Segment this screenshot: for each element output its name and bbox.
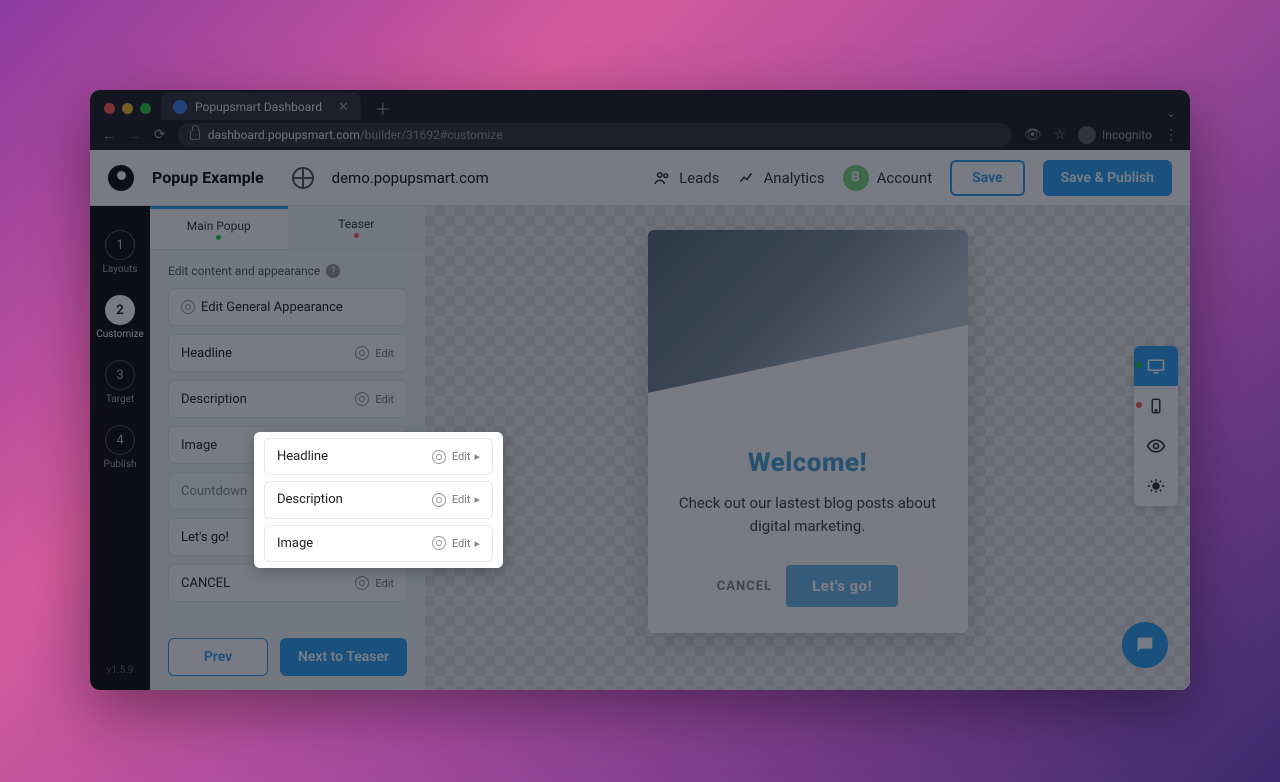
gear-icon: [355, 346, 369, 360]
chart-icon: [738, 169, 756, 187]
analytics-link[interactable]: Analytics: [738, 169, 825, 187]
chat-fab[interactable]: [1122, 622, 1168, 668]
highlighted-items: Headline Edit▸ Description Edit▸ Image E…: [254, 432, 503, 568]
save-publish-button[interactable]: Save & Publish: [1043, 160, 1172, 196]
item-description[interactable]: Description Edit: [168, 380, 407, 418]
item-headline-highlight[interactable]: Headline Edit▸: [264, 438, 493, 475]
url-text: dashboard.popupsmart.com/builder/31692#c…: [208, 128, 503, 142]
step-rail: 1 Layouts 2 Customize 3 Target 4 Publish…: [90, 206, 150, 690]
gear-icon: [432, 450, 446, 464]
bookmark-icon[interactable]: ☆: [1053, 127, 1066, 143]
gear-icon: [432, 536, 446, 550]
reload-icon[interactable]: ⟳: [154, 127, 166, 143]
popup-cancel-button[interactable]: CANCEL: [717, 565, 772, 607]
new-tab-button[interactable]: ＋: [361, 96, 405, 120]
close-tab-icon[interactable]: ✕: [338, 100, 349, 115]
save-button[interactable]: Save: [950, 160, 1024, 196]
popup-preview[interactable]: ✕ Welcome! Check out our lastest blog po…: [648, 230, 968, 633]
prev-button[interactable]: Prev: [168, 638, 268, 676]
device-toolbar: [1134, 346, 1178, 506]
gear-icon: [181, 300, 195, 314]
app-header: Popup Example demo.popupsmart.com Leads …: [90, 150, 1190, 206]
step-layouts[interactable]: 1 Layouts: [102, 230, 137, 275]
globe-icon: [292, 167, 314, 189]
popup-image: [648, 230, 968, 430]
lock-icon: [190, 130, 200, 140]
users-icon: [653, 169, 671, 187]
debug-button[interactable]: [1134, 466, 1178, 506]
help-icon[interactable]: ?: [326, 264, 340, 278]
item-description-highlight[interactable]: Description Edit▸: [264, 481, 493, 518]
popup-go-button[interactable]: Let's go!: [786, 565, 898, 607]
mobile-preview-button[interactable]: [1134, 386, 1178, 426]
project-title: Popup Example: [152, 168, 264, 187]
favicon-icon: [173, 100, 187, 114]
incognito-icon: [1078, 126, 1096, 144]
close-window-icon[interactable]: [104, 103, 115, 114]
item-headline[interactable]: Headline Edit: [168, 334, 407, 372]
forward-icon[interactable]: →: [128, 127, 142, 144]
maximize-window-icon[interactable]: [140, 103, 151, 114]
status-dot-icon: [216, 235, 221, 240]
menu-icon[interactable]: ⋮: [1164, 127, 1178, 143]
browser-tab[interactable]: Popupsmart Dashboard ✕: [161, 92, 361, 120]
item-cancel[interactable]: CANCEL Edit: [168, 564, 407, 602]
project-domain[interactable]: demo.popupsmart.com: [332, 169, 489, 187]
avatar: B: [843, 165, 869, 191]
edit-general-appearance[interactable]: Edit General Appearance: [168, 288, 407, 326]
account-link[interactable]: B Account: [843, 165, 933, 191]
section-label: Edit content and appearance: [168, 264, 320, 278]
preview-eye-button[interactable]: [1134, 426, 1178, 466]
leads-link[interactable]: Leads: [653, 169, 719, 187]
browser-chrome: Popupsmart Dashboard ✕ ＋ ⌄ ← → ⟳ dashboa…: [90, 90, 1190, 150]
item-image-highlight[interactable]: Image Edit▸: [264, 525, 493, 562]
gear-icon: [355, 392, 369, 406]
status-dot-icon: [1136, 402, 1142, 408]
step-target[interactable]: 3 Target: [105, 360, 135, 405]
tab-main-popup[interactable]: Main Popup: [150, 206, 288, 249]
next-button[interactable]: Next to Teaser: [280, 638, 407, 676]
status-dot-icon: [354, 233, 359, 238]
brand-logo-icon[interactable]: [108, 165, 134, 191]
chevron-right-icon: ▸: [474, 537, 480, 550]
tabs-chevron-icon[interactable]: ⌄: [1152, 106, 1190, 120]
eye-off-icon[interactable]: 👁: [1024, 127, 1042, 143]
chevron-right-icon: ▸: [474, 493, 480, 506]
preview-canvas: ✕ Welcome! Check out our lastest blog po…: [425, 206, 1190, 690]
step-customize[interactable]: 2 Customize: [96, 295, 143, 340]
popup-description: Check out our lastest blog posts about d…: [676, 492, 940, 537]
tab-teaser[interactable]: Teaser: [288, 206, 426, 249]
window-controls[interactable]: [100, 103, 161, 120]
address-bar[interactable]: dashboard.popupsmart.com/builder/31692#c…: [178, 123, 1012, 147]
incognito-indicator[interactable]: Incognito: [1078, 126, 1152, 144]
version-label: v1.5.9: [107, 665, 134, 676]
back-icon[interactable]: ←: [102, 127, 116, 144]
tab-title: Popupsmart Dashboard: [195, 100, 322, 114]
step-publish[interactable]: 4 Publish: [104, 425, 137, 470]
app-root: Popup Example demo.popupsmart.com Leads …: [90, 150, 1190, 690]
browser-window: Popupsmart Dashboard ✕ ＋ ⌄ ← → ⟳ dashboa…: [90, 90, 1190, 690]
desktop-preview-button[interactable]: [1134, 346, 1178, 386]
chevron-right-icon: ▸: [474, 450, 480, 463]
popup-headline: Welcome!: [676, 448, 940, 478]
minimize-window-icon[interactable]: [122, 103, 133, 114]
gear-icon: [355, 576, 369, 590]
gear-icon: [432, 493, 446, 507]
status-dot-icon: [1136, 362, 1142, 368]
